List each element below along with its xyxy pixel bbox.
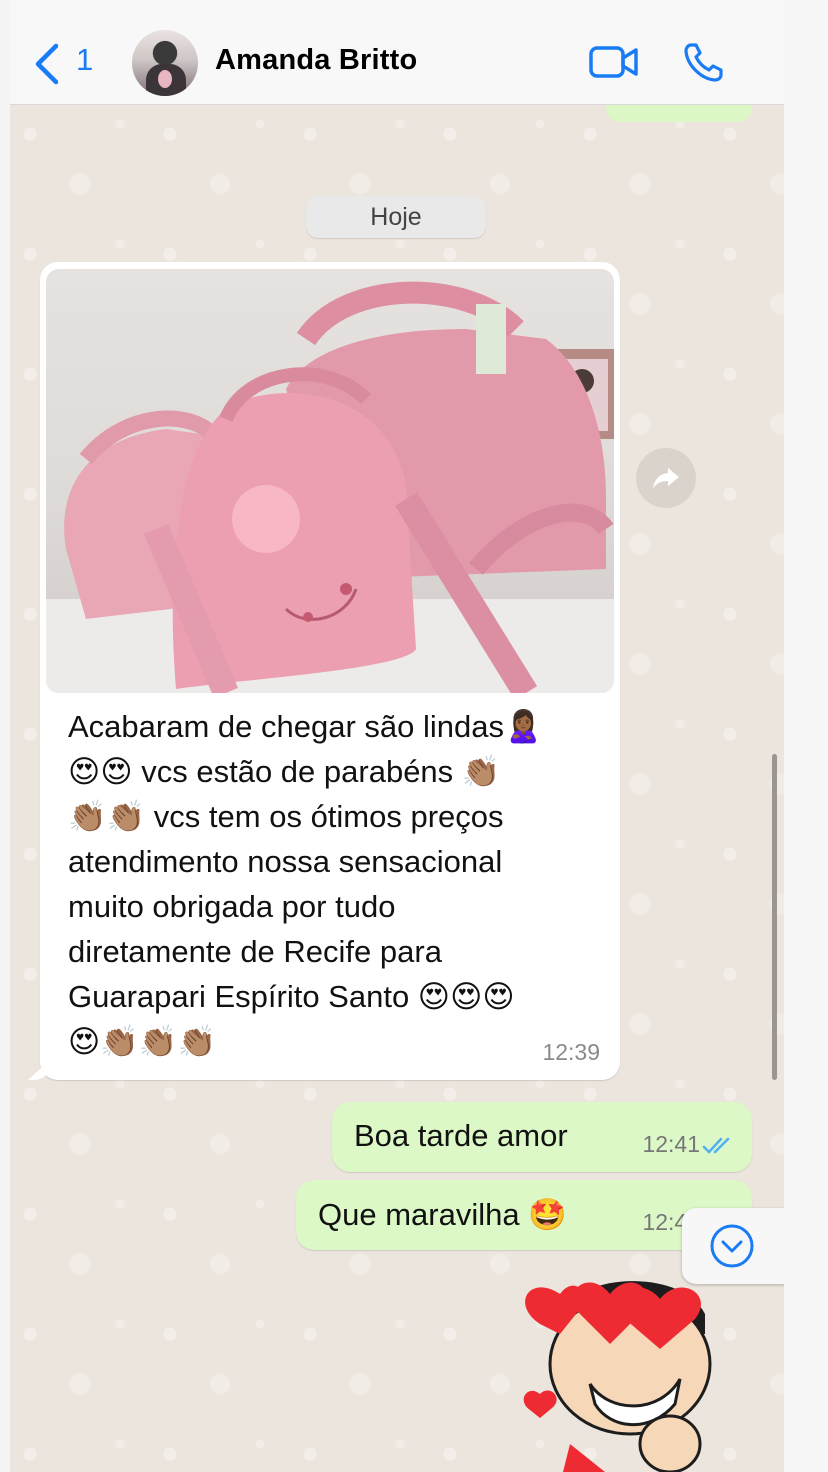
chat-window: 1 Amanda Britto Hoje Acabaram de chegar … bbox=[10, 0, 784, 1472]
double-check-icon bbox=[702, 1137, 730, 1154]
video-camera-icon bbox=[589, 46, 638, 78]
back-button[interactable]: 1 bbox=[30, 38, 120, 88]
incoming-message[interactable]: Acabaram de chegar são lindas🙎🏾‍♀️ 😍😍 vc… bbox=[40, 262, 620, 1080]
chevron-down-circle-icon bbox=[710, 1224, 754, 1268]
screen-margin bbox=[784, 0, 828, 1472]
pink-bags-photo bbox=[46, 281, 614, 693]
scrollbar-thumb[interactable] bbox=[772, 754, 777, 1080]
forward-arrow-icon bbox=[653, 468, 679, 489]
outgoing-message[interactable]: Boa tarde amor 12:41 bbox=[332, 1102, 752, 1172]
cartoon-sticker[interactable] bbox=[500, 1254, 740, 1472]
chevron-left-icon bbox=[35, 43, 59, 85]
contact-avatar[interactable] bbox=[132, 30, 198, 96]
message-time: 12:41 bbox=[642, 1131, 700, 1157]
date-separator: Hoje bbox=[306, 196, 486, 238]
message-text: Boa tarde amor bbox=[354, 1118, 568, 1153]
voice-call-button[interactable] bbox=[682, 40, 726, 84]
video-call-button[interactable] bbox=[588, 42, 640, 82]
chat-header: 1 Amanda Britto bbox=[10, 0, 784, 105]
message-time: 12:39 bbox=[542, 1039, 600, 1065]
contact-name[interactable]: Amanda Britto bbox=[215, 44, 417, 77]
forward-button[interactable] bbox=[636, 448, 696, 508]
message-text: Acabaram de chegar são lindas🙎🏾‍♀️ 😍😍 vc… bbox=[68, 709, 543, 1059]
message-list[interactable]: Hoje bbox=[10, 96, 784, 1472]
message-text: Que maravilha 🤩 bbox=[318, 1197, 567, 1232]
phone-icon bbox=[684, 43, 723, 82]
message-photo[interactable] bbox=[46, 269, 614, 693]
heart-eyes-boy-sticker bbox=[523, 1281, 712, 1472]
unread-count: 1 bbox=[76, 42, 94, 77]
scroll-to-bottom-button[interactable] bbox=[682, 1208, 784, 1284]
